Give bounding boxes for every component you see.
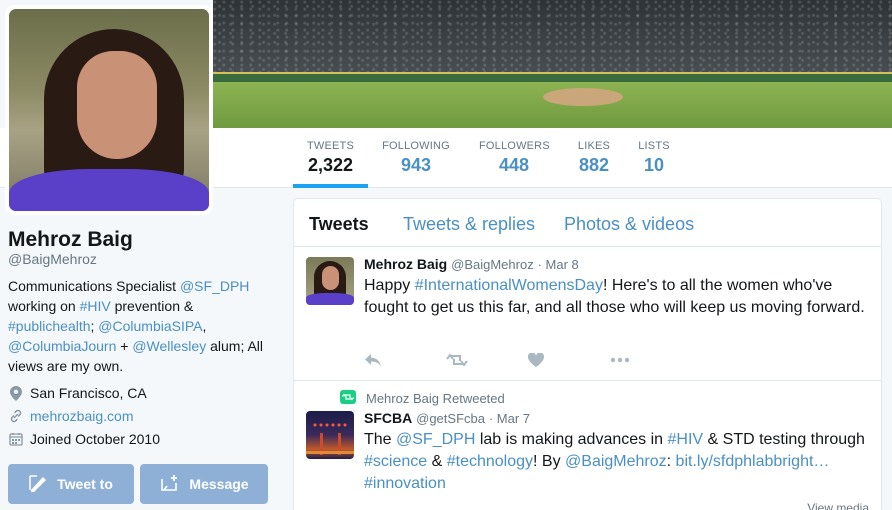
url-link[interactable]: bit.ly/sfdphlabbright… xyxy=(676,453,830,470)
timeline-panel: Tweets Tweets & replies Photos & videos … xyxy=(293,198,882,510)
stat-value: 10 xyxy=(643,155,665,175)
view-media-link[interactable]: View media xyxy=(807,501,869,510)
stat-value: 2,322 xyxy=(307,155,354,175)
stat-label: FOLLOWERS xyxy=(479,140,550,152)
reply-icon[interactable] xyxy=(364,351,446,369)
retweet-context: Mehroz Baig Retweeted xyxy=(340,390,505,407)
like-heart-icon[interactable] xyxy=(528,351,610,369)
hashtag-link[interactable]: #technology xyxy=(447,453,533,470)
stat-lists[interactable]: LISTS 10 xyxy=(638,140,670,176)
hashtag-link[interactable]: #HIV xyxy=(668,431,704,448)
stat-label: LISTS xyxy=(638,140,670,152)
header-banner-image xyxy=(213,0,892,128)
tweet-author-avatar[interactable] xyxy=(306,257,354,305)
hashtag-link[interactable]: #InternationalWomensDay xyxy=(415,277,603,294)
tweet-author-name[interactable]: SFCBA xyxy=(364,410,412,426)
tweet-timestamp[interactable]: · Mar 7 xyxy=(489,411,530,426)
tab-tweets[interactable]: Tweets xyxy=(309,214,369,235)
stat-following[interactable]: FOLLOWING 943 xyxy=(382,140,450,176)
profile-avatar[interactable] xyxy=(5,5,213,215)
location-pin-icon xyxy=(8,385,23,401)
tweet-text: Happy #InternationalWomensDay! Here's to… xyxy=(364,277,865,316)
hashtag-link[interactable]: #science xyxy=(364,453,427,470)
tweet-header: SFCBA @getSFcba · Mar 7 xyxy=(364,410,530,426)
mention-link[interactable]: @ColumbiaSIPA xyxy=(98,318,202,334)
stat-likes[interactable]: LIKES 882 xyxy=(576,140,612,176)
profile-website[interactable]: mehrozbaig.com xyxy=(8,408,134,424)
profile-bio: Communications Specialist @SF_DPH workin… xyxy=(8,278,264,374)
message-button[interactable]: Message xyxy=(140,464,268,504)
stat-label: FOLLOWING xyxy=(382,140,450,152)
mention-link[interactable]: @Wellesley xyxy=(132,338,206,354)
tweet-text: The @SF_DPH lab is making advances in #H… xyxy=(364,431,865,492)
stat-value: 882 xyxy=(578,155,610,175)
hashtag-link[interactable]: #innovation xyxy=(364,475,446,492)
stat-followers[interactable]: FOLLOWERS 448 xyxy=(479,140,550,176)
tweet-to-button[interactable]: Tweet to xyxy=(8,464,134,504)
tweet-author-handle[interactable]: @getSFcba xyxy=(416,411,485,426)
link-icon xyxy=(8,409,23,424)
retweet-small-icon xyxy=(340,390,356,407)
message-icon xyxy=(159,474,181,495)
mention-link[interactable]: @ColumbiaJourn xyxy=(8,338,116,354)
tweet-timestamp[interactable]: · Mar 8 xyxy=(538,257,579,272)
stat-value: 448 xyxy=(498,155,530,175)
profile-location: San Francisco, CA xyxy=(8,385,147,401)
timeline-tabs: Tweets Tweets & replies Photos & videos xyxy=(294,199,881,247)
tweet-author-handle[interactable]: @BaigMehroz xyxy=(451,257,534,272)
mention-link[interactable]: @BaigMehroz xyxy=(565,453,667,470)
calendar-icon xyxy=(8,432,23,447)
stat-value: 943 xyxy=(400,155,432,175)
tweet-header: Mehroz Baig @BaigMehroz · Mar 8 xyxy=(364,256,579,272)
mention-link[interactable]: @SF_DPH xyxy=(396,431,475,448)
tweet-author-name[interactable]: Mehroz Baig xyxy=(364,256,447,272)
compose-icon xyxy=(29,474,49,495)
more-options-icon[interactable] xyxy=(610,351,692,369)
profile-handle[interactable]: @BaigMehroz xyxy=(8,251,97,267)
retweet-icon[interactable] xyxy=(446,351,528,369)
hashtag-link[interactable]: #publichealth xyxy=(8,318,91,334)
profile-name[interactable]: Mehroz Baig xyxy=(8,228,133,252)
tweet-actions xyxy=(364,351,692,369)
tweet-item[interactable]: Mehroz Baig Retweeted SFCBA @getSFcba · … xyxy=(294,381,881,510)
profile-joined-date: Joined October 2010 xyxy=(8,431,160,447)
hashtag-link[interactable]: #HIV xyxy=(80,298,111,314)
tweet-author-avatar[interactable] xyxy=(306,411,354,459)
tab-photos-videos[interactable]: Photos & videos xyxy=(564,214,694,235)
tab-tweets-replies[interactable]: Tweets & replies xyxy=(403,214,535,235)
stat-label: TWEETS xyxy=(306,140,355,152)
tweet-item[interactable]: Mehroz Baig @BaigMehroz · Mar 8 Happy #I… xyxy=(294,247,881,381)
stat-tweets[interactable]: TWEETS 2,322 xyxy=(293,140,368,188)
stat-label: LIKES xyxy=(577,140,611,152)
mention-link[interactable]: @SF_DPH xyxy=(180,278,249,294)
